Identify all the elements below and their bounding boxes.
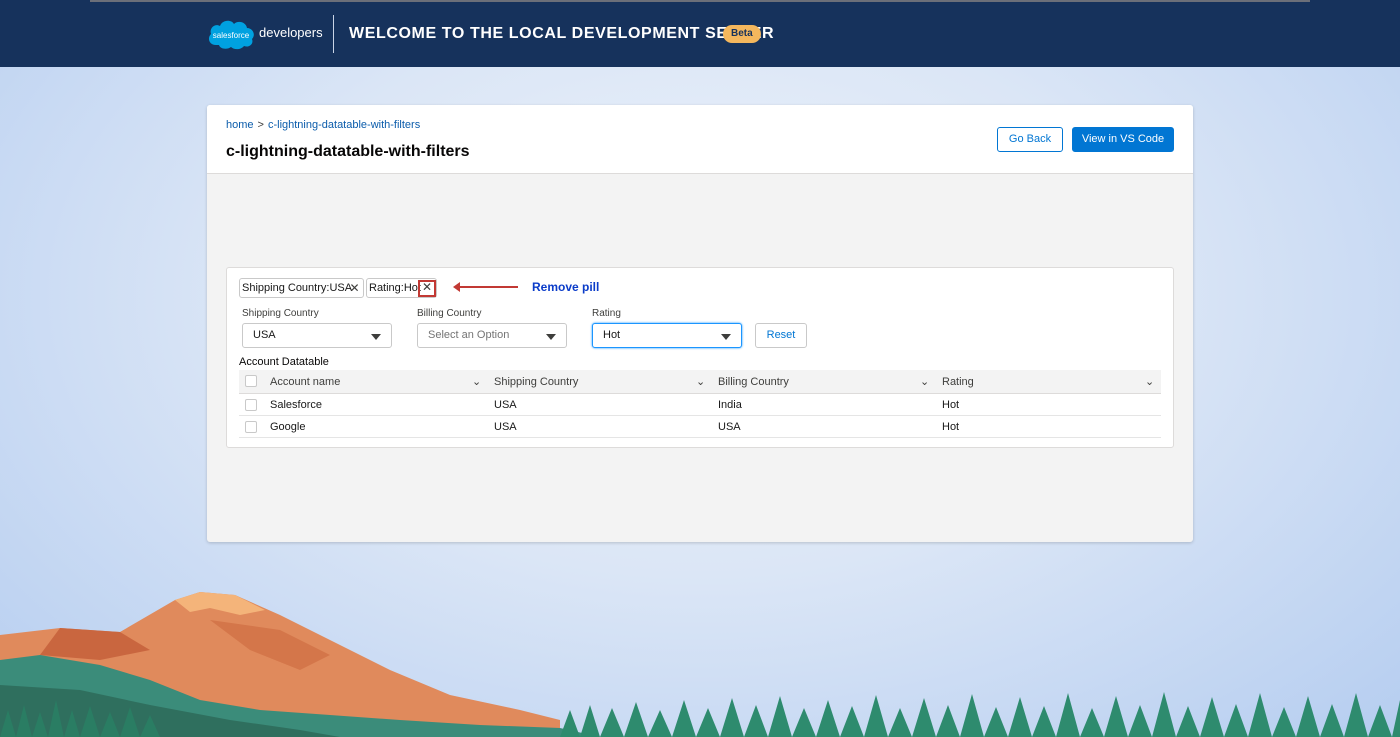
row-checkbox[interactable] (245, 421, 257, 433)
logo-wordmark: salesforce (213, 31, 250, 40)
cell-account-name: Salesforce (270, 399, 322, 411)
chevron-down-icon[interactable]: ⌄ (920, 370, 929, 394)
component-card: home > c-lightning-datatable-with-filters … (207, 105, 1193, 542)
cell-shipping-country: USA (494, 421, 517, 433)
column-header-billing-country[interactable]: Billing Country (718, 370, 789, 394)
row-checkbox[interactable] (245, 399, 257, 411)
account-datatable: Account name ⌄ Shipping Country ⌄ Billin… (239, 370, 1161, 438)
card-header: home > c-lightning-datatable-with-filters … (207, 105, 1193, 174)
beta-badge: Beta (723, 25, 761, 43)
mountain-landscape-illustration (0, 592, 1400, 737)
salesforce-logo-icon[interactable]: salesforce (206, 17, 256, 51)
cell-account-name: Google (270, 421, 306, 433)
view-in-vs-code-button[interactable]: View in VS Code (1072, 127, 1174, 152)
breadcrumb-home-link[interactable]: home (226, 119, 254, 131)
page-title: c-lightning-datatable-with-filters (226, 143, 470, 160)
pill-shipping-country: Shipping Country:USA ✕ (239, 278, 364, 298)
rating-label: Rating (592, 308, 621, 319)
pill-label: Shipping Country:USA (242, 282, 353, 294)
shipping-country-value: USA (253, 329, 276, 341)
cell-rating: Hot (942, 421, 960, 433)
chevron-down-icon (371, 334, 381, 340)
reset-button[interactable]: Reset (755, 323, 807, 348)
table-header-row: Account name ⌄ Shipping Country ⌄ Billin… (239, 370, 1161, 394)
pill-label: Rating:Hot (369, 282, 421, 294)
go-back-button[interactable]: Go Back (997, 127, 1063, 152)
annotation-arrow (453, 282, 518, 292)
shipping-country-combobox[interactable]: USA (242, 323, 392, 348)
chevron-down-icon[interactable]: ⌄ (1145, 370, 1154, 394)
close-icon[interactable]: ✕ (418, 280, 436, 297)
select-all-checkbox[interactable] (245, 375, 257, 387)
brand-developers-label: developers (259, 25, 323, 40)
billing-country-placeholder: Select an Option (428, 329, 510, 341)
table-row: Salesforce USA India Hot (239, 394, 1161, 416)
cell-rating: Hot (942, 399, 960, 411)
rating-value: Hot (603, 329, 621, 341)
column-header-shipping-country[interactable]: Shipping Country (494, 370, 578, 394)
rating-combobox[interactable]: Hot (592, 323, 742, 348)
header-top-rim (90, 0, 1310, 2)
cell-billing-country: India (718, 399, 742, 411)
header-title: WELCOME TO THE LOCAL DEVELOPMENT SERVER (349, 25, 775, 42)
pill-rating: Rating:Hot ✕ (366, 278, 437, 298)
breadcrumb-current-link[interactable]: c-lightning-datatable-with-filters (268, 119, 420, 131)
cell-shipping-country: USA (494, 399, 517, 411)
table-row: Google USA USA Hot (239, 416, 1161, 438)
breadcrumb-separator: > (257, 119, 264, 131)
breadcrumb: home > c-lightning-datatable-with-filters (226, 119, 420, 131)
datatable-title: Account Datatable (239, 356, 329, 368)
chevron-down-icon (721, 334, 731, 340)
billing-country-label: Billing Country (417, 308, 482, 319)
chevron-down-icon (546, 334, 556, 340)
header-divider (333, 15, 334, 53)
column-header-account-name[interactable]: Account name (270, 370, 340, 394)
shipping-country-label: Shipping Country (242, 308, 319, 319)
annotation-label: Remove pill (532, 280, 600, 294)
billing-country-combobox[interactable]: Select an Option (417, 323, 567, 348)
app-header: salesforce developers WELCOME TO THE LOC… (0, 0, 1400, 67)
chevron-down-icon[interactable]: ⌄ (472, 370, 481, 394)
column-header-rating[interactable]: Rating (942, 370, 974, 394)
cell-billing-country: USA (718, 421, 741, 433)
filter-datatable-panel: Shipping Country:USA ✕ Rating:Hot ✕ Remo… (226, 267, 1174, 448)
close-icon[interactable]: ✕ (347, 281, 362, 296)
chevron-down-icon[interactable]: ⌄ (696, 370, 705, 394)
